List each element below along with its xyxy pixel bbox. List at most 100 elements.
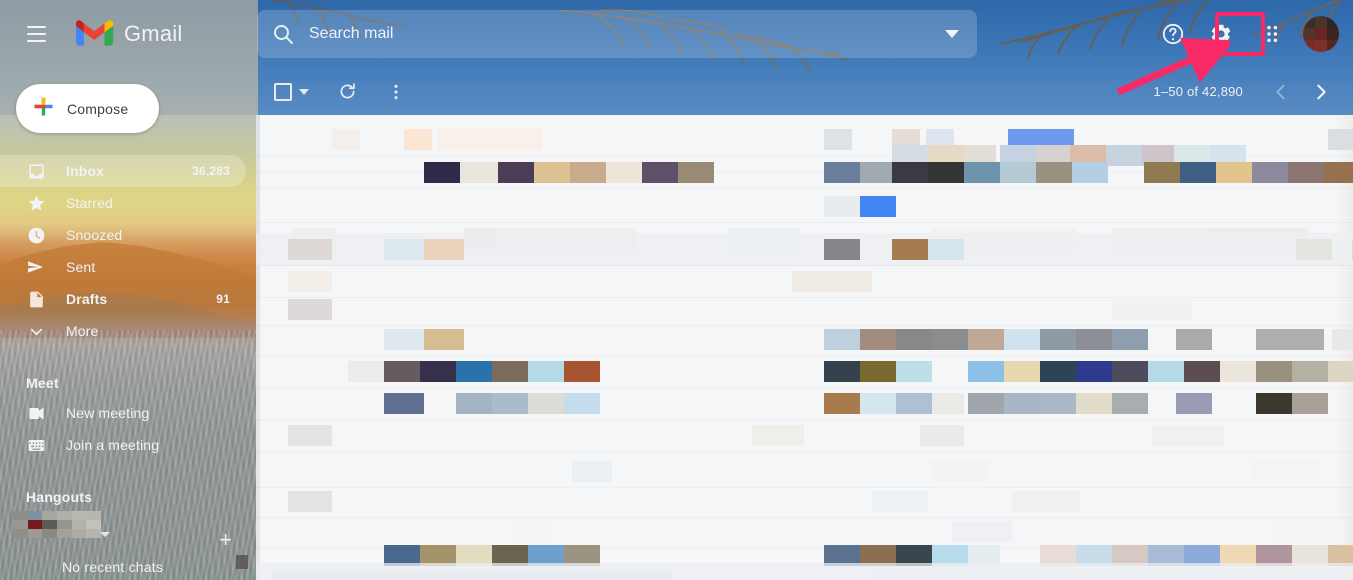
header-actions — [1151, 10, 1345, 58]
meet-section-title: Meet — [26, 375, 59, 391]
sidebar-item-starred[interactable]: Starred — [0, 187, 246, 219]
redacted-block — [1004, 361, 1040, 382]
chevron-down-icon[interactable] — [100, 532, 110, 537]
plus-icon[interactable]: + — [219, 529, 232, 551]
redacted-block — [564, 361, 600, 382]
redacted-block — [1076, 393, 1112, 414]
clock-icon — [26, 225, 46, 245]
redacted-block — [824, 196, 860, 217]
redacted-block — [1040, 329, 1076, 350]
redacted-block — [456, 393, 492, 414]
table-row[interactable] — [256, 190, 1353, 223]
table-row[interactable] — [256, 355, 1353, 388]
chevron-right-icon[interactable] — [1303, 74, 1339, 110]
more-vertical-icon[interactable] — [386, 82, 406, 102]
checkbox-icon[interactable] — [274, 82, 292, 101]
redacted-block — [384, 393, 424, 414]
sidebar-item-count: 91 — [216, 292, 230, 306]
sidebar-item-more[interactable]: More — [0, 315, 246, 347]
redacted-block — [572, 461, 612, 482]
table-row[interactable] — [256, 387, 1353, 420]
table-row[interactable] — [256, 563, 1353, 580]
sidebar-item-inbox[interactable]: Inbox 36,283 — [0, 155, 246, 187]
refresh-icon[interactable] — [337, 81, 358, 102]
redacted-block — [792, 271, 872, 292]
redacted-block — [1220, 361, 1256, 382]
table-row[interactable] — [256, 419, 1353, 452]
redacted-block — [1252, 162, 1288, 183]
select-all-checkbox[interactable] — [274, 82, 309, 101]
sidebar-item-count: 36,283 — [192, 164, 230, 178]
redacted-block — [1184, 361, 1220, 382]
table-row[interactable] — [256, 233, 1353, 266]
redacted-block — [1036, 162, 1072, 183]
redacted-block — [384, 239, 424, 260]
redacted-block — [1072, 162, 1108, 183]
sidebar-item-label: Sent — [66, 259, 96, 275]
chevron-left-icon[interactable] — [1263, 74, 1299, 110]
help-icon[interactable] — [1151, 12, 1195, 56]
redacted-block — [1112, 393, 1148, 414]
redacted-block — [1148, 361, 1184, 382]
redacted-block — [642, 162, 678, 183]
redacted-block — [932, 393, 964, 414]
redacted-block — [606, 162, 642, 183]
chevron-down-icon[interactable] — [945, 30, 959, 38]
redacted-block — [860, 329, 896, 350]
redacted-block — [528, 361, 564, 382]
redacted-block — [872, 569, 1352, 580]
apps-grid-icon[interactable] — [1247, 12, 1291, 56]
table-row[interactable] — [256, 485, 1353, 518]
sidebar: Compose Inbox 36,283 Starred Snoozed Sen… — [0, 68, 256, 580]
plus-icon — [32, 95, 55, 123]
redacted-block — [1072, 461, 1140, 482]
sidebar-item-label: Inbox — [66, 163, 105, 179]
redacted-block — [964, 162, 1000, 183]
compose-button[interactable]: Compose — [16, 84, 159, 133]
redacted-block — [824, 239, 860, 260]
redacted-block — [1256, 361, 1292, 382]
redacted-block — [424, 239, 464, 260]
sidebar-item-new-meeting[interactable]: New meeting — [0, 397, 246, 429]
sidebar-item-join-meeting[interactable]: Join a meeting — [0, 429, 246, 461]
email-list[interactable] — [256, 115, 1353, 580]
redacted-block — [892, 239, 928, 260]
gmail-app-window: Gmail Search mail 1–50 of 42,890 Compose… — [0, 0, 1353, 580]
chat-indicator — [236, 555, 248, 569]
search-input[interactable]: Search mail — [309, 25, 393, 43]
redacted-block — [860, 393, 896, 414]
redacted-block — [872, 491, 928, 512]
table-row[interactable] — [256, 293, 1353, 326]
redacted-block — [968, 361, 1004, 382]
redacted-block — [892, 162, 928, 183]
redacted-block — [1332, 329, 1353, 350]
brand: Gmail — [76, 19, 182, 49]
hamburger-icon[interactable] — [12, 10, 60, 58]
redacted-block — [1076, 329, 1112, 350]
table-row[interactable] — [256, 323, 1353, 356]
redacted-block — [348, 361, 384, 382]
redacted-block — [1292, 361, 1328, 382]
redacted-block — [824, 162, 860, 183]
nav-list: Inbox 36,283 Starred Snoozed Sent Drafts… — [0, 155, 256, 347]
gear-icon[interactable] — [1199, 12, 1243, 56]
sidebar-item-label: More — [66, 323, 99, 339]
sidebar-item-sent[interactable]: Sent — [0, 251, 246, 283]
redacted-block — [498, 162, 534, 183]
table-row[interactable] — [256, 455, 1353, 488]
chevron-down-icon[interactable] — [299, 88, 309, 95]
avatar[interactable] — [1303, 16, 1339, 52]
table-row[interactable] — [256, 156, 1353, 189]
redacted-block — [1112, 361, 1148, 382]
redacted-block — [420, 361, 456, 382]
redacted-block — [1328, 361, 1353, 382]
sidebar-item-label: Join a meeting — [66, 437, 160, 453]
search-icon — [271, 22, 295, 46]
pager-count: 1–50 of 42,890 — [1153, 84, 1243, 99]
sidebar-item-drafts[interactable]: Drafts 91 — [0, 283, 246, 315]
sidebar-item-snoozed[interactable]: Snoozed — [0, 219, 246, 251]
redacted-block — [860, 361, 896, 382]
redacted-block — [1112, 299, 1192, 320]
app-header: Gmail Search mail — [0, 0, 1353, 68]
search-bar[interactable]: Search mail — [257, 10, 977, 58]
